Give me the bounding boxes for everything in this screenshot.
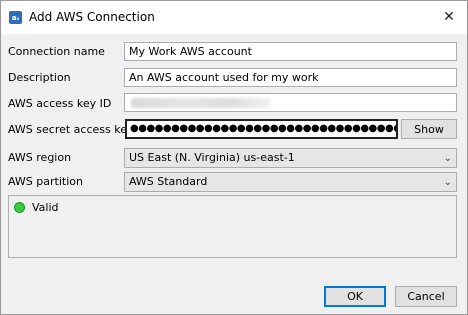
access-key-id-label: AWS access key ID xyxy=(8,97,112,110)
region-label: AWS region xyxy=(8,151,72,164)
connection-name-label: Connection name xyxy=(8,45,105,58)
secret-access-key-input[interactable]: ●●●●●●●●●●●●●●●●●●●●●●●●●●●●●●●●●●●●●●●● xyxy=(125,119,398,139)
connection-name-input[interactable]: My Work AWS account xyxy=(124,42,457,61)
chevron-down-icon: ⌄ xyxy=(443,153,452,164)
status-indicator-icon xyxy=(14,202,25,213)
dialog-title: Add AWS Connection xyxy=(29,10,155,24)
chevron-down-icon: ⌄ xyxy=(443,177,452,188)
region-select[interactable]: US East (N. Virginia) us-east-1 ⌄ xyxy=(124,148,457,168)
cancel-button[interactable]: Cancel xyxy=(395,286,457,307)
show-secret-button[interactable]: Show xyxy=(401,119,457,139)
close-icon[interactable]: ✕ xyxy=(437,6,461,28)
description-label: Description xyxy=(8,71,71,84)
partition-select[interactable]: AWS Standard ⌄ xyxy=(124,172,457,192)
region-value: US East (N. Virginia) us-east-1 xyxy=(129,151,295,164)
partition-value: AWS Standard xyxy=(129,175,208,188)
add-aws-connection-dialog: aₓ Add AWS Connection ✕ Connection name … xyxy=(0,0,468,315)
redacted-value xyxy=(131,98,271,108)
description-input[interactable]: An AWS account used for my work xyxy=(124,68,457,87)
secret-access-key-label: AWS secret access key xyxy=(8,123,134,136)
validation-status-panel: Valid xyxy=(8,195,457,258)
partition-label: AWS partition xyxy=(8,175,83,188)
status-text: Valid xyxy=(32,201,59,214)
title-bar: aₓ Add AWS Connection ✕ xyxy=(1,1,467,34)
ok-button[interactable]: OK xyxy=(324,286,386,307)
access-key-id-input[interactable] xyxy=(124,93,457,112)
app-icon: aₓ xyxy=(9,11,22,24)
